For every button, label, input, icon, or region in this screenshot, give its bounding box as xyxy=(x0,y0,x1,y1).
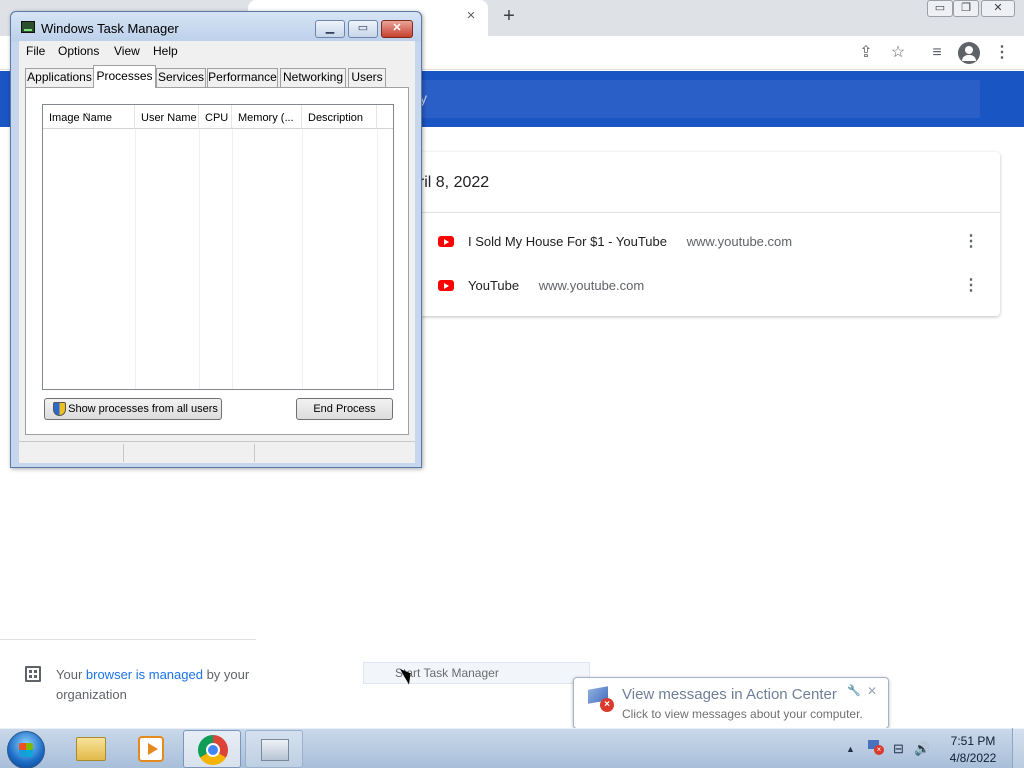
start-task-manager-menu-item[interactable]: Start Task Manager xyxy=(363,662,590,684)
chrome-menu-icon[interactable]: ⋮ xyxy=(991,42,1013,64)
taskbar-media-player-button[interactable] xyxy=(121,730,179,768)
menu-help[interactable]: Help xyxy=(153,44,178,58)
managed-notice: Your browser is managed by your organiza… xyxy=(56,665,256,705)
minimize-button[interactable]: ▁ xyxy=(315,20,345,38)
column-label: Image Name xyxy=(49,112,112,124)
managed-prefix: Your xyxy=(56,667,86,682)
sort-ascending-icon: ^ xyxy=(85,113,89,120)
history-item-title[interactable]: YouTube xyxy=(468,278,519,293)
volume-icon[interactable]: 🔊 xyxy=(914,741,930,757)
close-button[interactable]: ✕ xyxy=(381,20,413,38)
taskbar-task-manager-button[interactable] xyxy=(245,730,303,768)
card-divider xyxy=(410,212,1000,213)
task-manager-app-icon xyxy=(21,21,35,33)
chrome-icon xyxy=(198,735,228,765)
managed-link[interactable]: browser is managed xyxy=(86,667,203,682)
clock-date[interactable]: 4/8/2022 xyxy=(944,751,1002,765)
history-search-field[interactable]: y xyxy=(412,80,980,118)
show-all-processes-label: Show processes from all users xyxy=(68,403,218,415)
maximize-button[interactable]: ▭ xyxy=(348,20,378,38)
menu-view[interactable]: View xyxy=(114,44,140,58)
browser-close-button[interactable]: ✕ xyxy=(981,0,1015,17)
browser-minimize-button[interactable]: ▭ xyxy=(927,0,953,17)
bookmark-star-icon[interactable]: ☆ xyxy=(887,42,909,64)
history-item-title[interactable]: I Sold My House For $1 - YouTube xyxy=(468,234,667,249)
settings-wrench-icon[interactable]: 🔧 xyxy=(847,684,861,697)
profile-avatar-icon[interactable] xyxy=(958,42,980,64)
status-bar xyxy=(19,441,415,463)
history-item-domain: www.youtube.com xyxy=(538,278,645,293)
browser-restore-button[interactable]: ❐ xyxy=(953,0,979,17)
column-divider xyxy=(377,129,378,389)
network-icon[interactable]: ⊟ xyxy=(893,741,904,757)
more-actions-icon[interactable]: ⋮ xyxy=(963,232,979,252)
clock-time[interactable]: 7:51 PM xyxy=(944,734,1002,748)
uac-shield-icon xyxy=(53,402,66,416)
action-center-flag-icon: × xyxy=(586,686,614,712)
youtube-icon xyxy=(438,280,454,291)
menu-file[interactable]: File xyxy=(26,44,45,58)
history-item-link[interactable]: YouTube www.youtube.com xyxy=(468,278,644,293)
column-cpu[interactable]: CPU xyxy=(199,105,232,129)
column-divider xyxy=(302,129,303,389)
column-divider xyxy=(199,129,200,389)
column-filler xyxy=(377,105,393,129)
status-separator xyxy=(123,444,124,462)
building-icon xyxy=(25,666,41,682)
column-image-name[interactable]: ^ Image Name xyxy=(43,105,135,129)
task-manager-icon xyxy=(261,739,289,761)
share-icon[interactable]: ⇪ xyxy=(855,42,877,64)
menu-bar: File Options View Help xyxy=(19,41,415,61)
history-card: pril 8, 2022 I Sold My House For $1 - Yo… xyxy=(410,152,1000,316)
tab-close-icon[interactable]: × xyxy=(462,7,480,25)
window-title: Windows Task Manager xyxy=(41,21,179,36)
tab-applications[interactable]: Applications xyxy=(25,68,94,87)
column-memory[interactable]: Memory (... xyxy=(232,105,302,129)
history-item[interactable]: I Sold My House For $1 - YouTube www.you… xyxy=(410,220,1000,264)
show-hidden-icons-chevron-icon[interactable]: ▲ xyxy=(846,744,855,754)
task-manager-window: Windows Task Manager ▁ ▭ ✕ File Options … xyxy=(10,11,422,468)
taskbar-explorer-button[interactable] xyxy=(61,730,119,768)
task-manager-titlebar[interactable]: Windows Task Manager ▁ ▭ ✕ xyxy=(11,12,421,42)
process-list[interactable]: ^ Image Name User Name CPU Memory (... D… xyxy=(42,104,394,390)
taskbar-chrome-button[interactable] xyxy=(183,730,241,768)
show-desktop-button[interactable] xyxy=(1012,728,1024,768)
youtube-icon xyxy=(438,236,454,247)
history-item[interactable]: YouTube www.youtube.com ⋮ xyxy=(410,264,1000,308)
action-center-tray-icon[interactable]: × xyxy=(867,739,884,755)
column-divider xyxy=(232,129,233,389)
tab-processes[interactable]: Processes xyxy=(93,65,156,88)
column-user-name[interactable]: User Name xyxy=(135,105,199,129)
start-button[interactable] xyxy=(7,731,45,768)
status-separator xyxy=(254,444,255,462)
history-item-link[interactable]: I Sold My House For $1 - YouTube www.you… xyxy=(468,234,792,249)
processes-panel: ^ Image Name User Name CPU Memory (... D… xyxy=(25,87,409,435)
column-description[interactable]: Description xyxy=(302,105,377,129)
task-manager-body: Applications Processes Services Performa… xyxy=(19,61,415,451)
tab-networking[interactable]: Networking xyxy=(280,68,346,87)
notification-title: View messages in Action Center xyxy=(622,686,837,703)
media-player-icon xyxy=(138,736,164,762)
folder-icon xyxy=(76,737,106,761)
end-process-button[interactable]: End Process xyxy=(296,398,393,420)
tab-users[interactable]: Users xyxy=(348,68,386,87)
tab-services[interactable]: Services xyxy=(156,68,206,87)
new-tab-button[interactable]: + xyxy=(499,5,519,27)
column-divider xyxy=(135,129,136,389)
notification-close-icon[interactable]: ✕ xyxy=(867,684,877,698)
action-center-notification[interactable]: × View messages in Action Center Click t… xyxy=(573,677,889,729)
show-all-processes-button[interactable]: Show processes from all users xyxy=(44,398,222,420)
reading-list-icon[interactable]: ≡ xyxy=(926,42,948,64)
menu-options[interactable]: Options xyxy=(58,44,99,58)
sidebar-divider xyxy=(0,639,256,640)
history-item-domain: www.youtube.com xyxy=(686,234,793,249)
notification-subtitle: Click to view messages about your comput… xyxy=(622,707,863,721)
tab-performance[interactable]: Performance xyxy=(207,68,278,87)
more-actions-icon[interactable]: ⋮ xyxy=(963,276,979,296)
